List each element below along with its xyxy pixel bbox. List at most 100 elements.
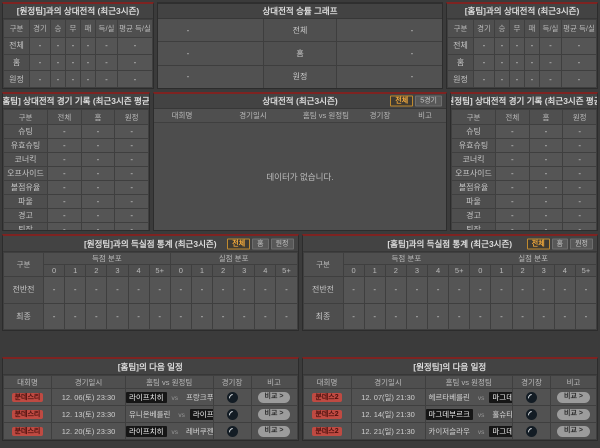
- table-row: 최종 - - - - - - - - - - - -: [3, 302, 298, 330]
- stadium-icon[interactable]: [526, 391, 537, 403]
- row-label: 파울: [3, 194, 48, 209]
- cell: -: [85, 276, 108, 304]
- home-team-name: 헤르타베를린: [428, 392, 470, 402]
- cell: -: [532, 276, 555, 304]
- cell: 승: [494, 19, 510, 38]
- group-header-row: 구분 득점 분포 실점 분포: [3, 252, 298, 277]
- cell: -: [511, 302, 534, 330]
- table-row: 코너킥 - - -: [451, 152, 597, 167]
- stadium-icon[interactable]: [226, 391, 238, 403]
- cell: 경기장: [369, 111, 391, 120]
- home-goals-stats-title: [원정팀]과의 득실점 통계 (최근3시즌) 전체 홈 원정: [3, 236, 298, 252]
- away-team-name: 레버쿠젠: [186, 426, 213, 436]
- cell: -: [553, 302, 576, 330]
- cell: -: [190, 302, 214, 330]
- cell: -: [528, 166, 564, 181]
- match-analysis-page: [원정팀]과의 상대전적 (최근3시즌) 구분 경기 승 무 패 득/실 평균 득/실 전체…: [0, 0, 600, 448]
- h2h-detail-row: [홈팀] 상대전적 경기 기록 (최근3시즌 평균) 구분 전체 홈 원정 슈팅 - - -…: [2, 92, 598, 231]
- home-schedule-panel: [홈팀]의 다음 일정 대회명 경기일시 홈팀 vs 원정팀 경기장 비고 분데스리 1…: [2, 357, 299, 441]
- cell: -: [148, 276, 171, 304]
- cell: -: [114, 138, 149, 153]
- compare-button[interactable]: 비교 >: [257, 409, 291, 420]
- away-team-name: 라이프치히: [189, 408, 213, 420]
- cell: 1: [190, 264, 214, 277]
- graph-row-label: 홈: [263, 42, 337, 65]
- tab-all[interactable]: 전체: [390, 95, 414, 107]
- cell: -: [509, 70, 525, 88]
- stadium-icon[interactable]: [226, 408, 238, 420]
- compare-button[interactable]: 비교 >: [557, 426, 590, 437]
- row-label: 경고: [451, 208, 496, 223]
- away-winrate-value: -: [410, 25, 414, 35]
- cell: -: [95, 53, 118, 72]
- cell: 3: [106, 264, 129, 277]
- tab-away[interactable]: 원정: [570, 238, 593, 249]
- tab-all[interactable]: 전체: [227, 238, 251, 249]
- cell: 경기일시: [350, 375, 426, 389]
- cell: 5+: [448, 264, 471, 277]
- cell: -: [528, 208, 564, 223]
- tab-all[interactable]: 전체: [526, 238, 550, 249]
- table-row: 오프사이드 - - -: [451, 166, 597, 181]
- cell: -: [80, 124, 116, 139]
- cell: -: [47, 222, 82, 230]
- match-datetime: 12. 21(일) 21:30: [350, 422, 426, 440]
- cell: 4: [426, 264, 450, 277]
- stadium-icon[interactable]: [226, 425, 238, 437]
- match-datetime: 12. 07(일) 21:30: [350, 388, 426, 406]
- cell: -: [524, 53, 540, 72]
- table-row: 퇴장 - - -: [3, 222, 149, 230]
- compare-button[interactable]: 비교 >: [557, 392, 590, 403]
- table-row: 홈------: [447, 53, 597, 72]
- h2h-match-list-title-text: 상대전적 (최근3시즌): [262, 96, 338, 106]
- schedule-row-2: 분데스리 12. 13(토) 23:30 유니온베를린 vs 라이프치히 비교 >: [3, 405, 298, 423]
- cell: -: [80, 36, 96, 55]
- cell: -: [495, 152, 530, 167]
- stadium-icon[interactable]: [526, 425, 537, 437]
- row-label: 유효슈팅: [3, 138, 48, 153]
- header-row: 구분 경기 승 무 패 득/실 평균 득/실: [447, 19, 597, 38]
- compare-button[interactable]: 비교 >: [257, 426, 291, 437]
- cell: -: [511, 276, 534, 304]
- compare-button[interactable]: 비교 >: [257, 392, 291, 403]
- cell: -: [473, 53, 495, 72]
- cell: -: [562, 208, 597, 223]
- cell: 득/실: [95, 19, 118, 38]
- cell: -: [29, 53, 51, 72]
- cell: 5+: [574, 264, 598, 277]
- cell: 경기일시: [51, 375, 126, 389]
- cell: -: [448, 302, 471, 330]
- tab-home[interactable]: 홈: [252, 238, 269, 249]
- away-schedule-panel: [원정팀]의 다음 일정 대회명 경기일시 홈팀 vs 원정팀 경기장 비고 분데스2 …: [301, 357, 598, 441]
- away-goals-stats-panel: [홈팀]과의 득실점 통계 (최근3시즌) 전체 홈 원정 구분 득점 분포 실…: [301, 234, 598, 331]
- schedule-row-2: 분데스2 12. 14(일) 21:30 마그데부르크 vs 홀슈타인킬 비교 >: [302, 405, 597, 423]
- stadium-icon[interactable]: [526, 408, 537, 420]
- match-teams: 헤르타베를린 vs 마그데부르크: [424, 388, 513, 406]
- tab-away[interactable]: 원정: [270, 238, 294, 249]
- row-label: 코너킥: [3, 152, 48, 167]
- tab-last5[interactable]: 5경기: [415, 95, 442, 107]
- cell: 대회명: [171, 111, 193, 120]
- table-row: 경고 - - -: [451, 208, 597, 223]
- row-label: 슈팅: [451, 124, 496, 139]
- cell: 평균 득/실: [117, 19, 153, 38]
- row-label: 최종: [3, 302, 44, 330]
- cell: -: [106, 276, 129, 304]
- away-avg-record-title: [원정팀] 상대전적 경기 기록 (최근3시즌 평균): [451, 94, 597, 109]
- compare-button[interactable]: 비교 >: [557, 409, 590, 420]
- home-winrate-value: -: [186, 48, 190, 58]
- empty-state-message: 데이터가 없습니다.: [154, 123, 446, 230]
- cell: 1: [490, 264, 513, 277]
- cell: -: [47, 180, 82, 195]
- tab-home[interactable]: 홈: [551, 238, 569, 249]
- cell: 평균 득/실: [561, 19, 597, 38]
- col-label: 구분: [302, 252, 344, 277]
- cell: -: [80, 222, 116, 230]
- cell: -: [448, 276, 471, 304]
- scored-group-header: 득점 분포: [43, 252, 171, 265]
- cell: 4: [553, 264, 576, 277]
- cell: 2: [511, 264, 534, 277]
- cell: -: [254, 276, 277, 304]
- cell: -: [494, 36, 510, 55]
- table-row: 파울 - - -: [3, 194, 149, 209]
